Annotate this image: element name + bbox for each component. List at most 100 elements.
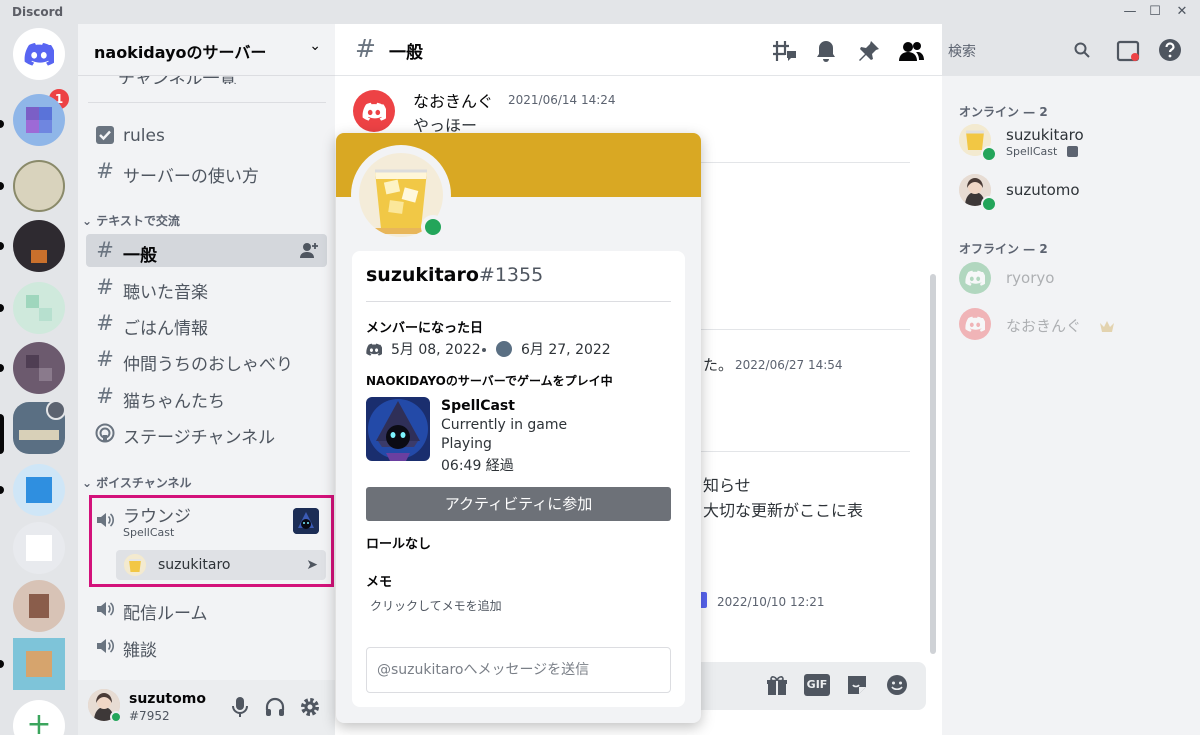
channel-label: ステージチャンネル bbox=[123, 428, 276, 448]
note-title: メモ bbox=[366, 575, 393, 590]
channel-label: サーバーの使い方 bbox=[123, 167, 259, 187]
hash-icon: # bbox=[96, 311, 114, 335]
add-member-icon[interactable] bbox=[299, 241, 319, 261]
category-text[interactable]: ⌄ テキストで交流 bbox=[82, 212, 180, 229]
voice-channel-talk[interactable]: 雑談 bbox=[86, 629, 327, 662]
server-header[interactable]: naokidayoのサーバー ⌄ bbox=[78, 24, 335, 76]
help-icon[interactable] bbox=[1158, 38, 1182, 62]
member-since-title: メンバーになった日 bbox=[366, 321, 484, 336]
sticker-icon[interactable] bbox=[845, 673, 869, 701]
server-icon[interactable] bbox=[13, 220, 65, 272]
partial-channel-item[interactable]: チャンネル一覧 bbox=[102, 76, 332, 84]
close-window-button[interactable]: ✕ bbox=[1170, 2, 1194, 22]
hash-icon: # bbox=[355, 34, 376, 63]
channel-cats[interactable]: # 猫ちゃんたち bbox=[86, 380, 327, 413]
server-icon[interactable] bbox=[13, 160, 65, 212]
server-join-date: 6月 27, 2022 bbox=[521, 342, 611, 358]
bell-icon[interactable] bbox=[815, 39, 839, 63]
chat-header: # 一般 bbox=[335, 24, 942, 76]
minimize-button[interactable]: — bbox=[1118, 2, 1142, 22]
roles-title: ロールなし bbox=[366, 537, 432, 552]
message-text: 大切な更新がここに表 bbox=[703, 501, 864, 520]
message-author[interactable]: なおきんぐ bbox=[413, 88, 493, 112]
pin-icon[interactable] bbox=[857, 39, 881, 63]
profile-avatar[interactable] bbox=[351, 145, 451, 245]
game-state: Playing bbox=[441, 436, 492, 452]
member-name: suzukitaro bbox=[1006, 126, 1084, 144]
server-icon[interactable] bbox=[13, 638, 65, 690]
message-timestamp: 2022/10/10 12:21 bbox=[717, 595, 825, 609]
app-title: Discord bbox=[12, 5, 64, 19]
online-status-icon bbox=[981, 146, 997, 162]
channel-food[interactable]: # ごはん情報 bbox=[86, 307, 327, 340]
gift-icon[interactable] bbox=[765, 674, 789, 702]
server-icon[interactable] bbox=[13, 282, 65, 334]
voice-activity-label: SpellCast bbox=[123, 526, 175, 539]
channel-music[interactable]: # 聴いた音楽 bbox=[86, 271, 327, 304]
avatar[interactable] bbox=[353, 90, 395, 132]
channel-title: 一般 bbox=[389, 43, 423, 63]
member-name: suzutomo bbox=[1006, 181, 1080, 199]
online-header: オンライン — 2 bbox=[959, 105, 1048, 119]
server-icon[interactable] bbox=[13, 580, 65, 632]
member-item[interactable]: suzukitaro SpellCast bbox=[959, 120, 1189, 164]
activity-thumbnail-icon[interactable] bbox=[293, 508, 319, 534]
maximize-button[interactable]: ☐ bbox=[1143, 2, 1167, 22]
discord-logo-icon bbox=[362, 102, 386, 121]
home-button[interactable] bbox=[13, 28, 65, 80]
server-icon[interactable] bbox=[13, 522, 65, 574]
channel-rules[interactable]: rules bbox=[86, 119, 327, 152]
discord-logo-icon bbox=[965, 270, 985, 286]
channel-chat[interactable]: # 仲間うちのおしゃべり bbox=[86, 343, 327, 376]
category-voice[interactable]: ⌄ ボイスチャンネル bbox=[82, 474, 192, 491]
message-text: た。 bbox=[703, 356, 734, 374]
server-icon[interactable] bbox=[13, 94, 65, 146]
members-icon[interactable] bbox=[898, 39, 924, 63]
voice-channel-lounge[interactable]: ラウンジ SpellCast bbox=[86, 500, 327, 544]
offline-header: オフライン — 2 bbox=[959, 242, 1048, 256]
member-item[interactable]: suzutomo bbox=[959, 170, 1189, 214]
discord-logo-icon bbox=[24, 43, 54, 66]
channel-guide[interactable]: # サーバーの使い方 bbox=[86, 155, 327, 188]
gif-icon[interactable]: GIF bbox=[804, 674, 830, 696]
selected-indicator bbox=[0, 414, 4, 454]
emoji-icon[interactable] bbox=[885, 673, 909, 701]
member-item[interactable]: ryoryo bbox=[959, 258, 1189, 302]
microphone-icon[interactable] bbox=[230, 696, 250, 722]
checkbox-channel-icon bbox=[94, 125, 116, 150]
threads-icon[interactable] bbox=[771, 39, 796, 63]
channel-general[interactable]: # 一般 bbox=[86, 234, 327, 267]
profile-username-row: suzukitaro#1355 bbox=[366, 264, 543, 286]
direct-message-input[interactable] bbox=[367, 648, 657, 692]
add-server-button[interactable]: + bbox=[13, 700, 65, 735]
unread-indicator bbox=[0, 120, 4, 128]
speaker-icon bbox=[94, 510, 116, 535]
channel-stage[interactable]: ステージチャンネル bbox=[86, 416, 327, 449]
search-input[interactable]: 検索 bbox=[942, 37, 1098, 63]
join-activity-button[interactable]: アクティビティに参加 bbox=[366, 487, 671, 521]
gear-icon[interactable] bbox=[299, 696, 321, 722]
server-icon bbox=[496, 341, 512, 357]
discord-join-date: 5月 08, 2022 bbox=[391, 342, 481, 358]
inbox-icon[interactable] bbox=[1116, 39, 1140, 63]
voice-channel-stream[interactable]: 配信ルーム bbox=[86, 592, 327, 625]
server-icon[interactable] bbox=[13, 464, 65, 516]
member-name: ryoryo bbox=[1006, 269, 1055, 287]
chat-scrollbar[interactable] bbox=[930, 274, 936, 654]
channel-label: 雑談 bbox=[123, 641, 157, 661]
hash-icon: # bbox=[96, 159, 114, 183]
channel-label: 配信ルーム bbox=[123, 604, 208, 624]
crown-icon bbox=[1099, 318, 1115, 337]
unread-indicator bbox=[0, 660, 4, 668]
member-item[interactable]: なおきんぐ bbox=[959, 304, 1189, 348]
note-input[interactable]: クリックしてメモを追加 bbox=[370, 597, 502, 614]
avatar bbox=[124, 554, 146, 576]
voice-participant[interactable]: suzukitaro ➤ bbox=[116, 550, 326, 580]
game-name: SpellCast bbox=[441, 398, 515, 414]
avatar bbox=[959, 308, 991, 340]
profile-card: suzukitaro#1355 メンバーになった日 5月 08, 2022 6月… bbox=[352, 251, 685, 707]
headphones-icon[interactable] bbox=[264, 696, 286, 722]
discord-logo-icon bbox=[366, 341, 383, 360]
direct-message-field[interactable] bbox=[366, 647, 671, 693]
server-icon[interactable] bbox=[13, 342, 65, 394]
